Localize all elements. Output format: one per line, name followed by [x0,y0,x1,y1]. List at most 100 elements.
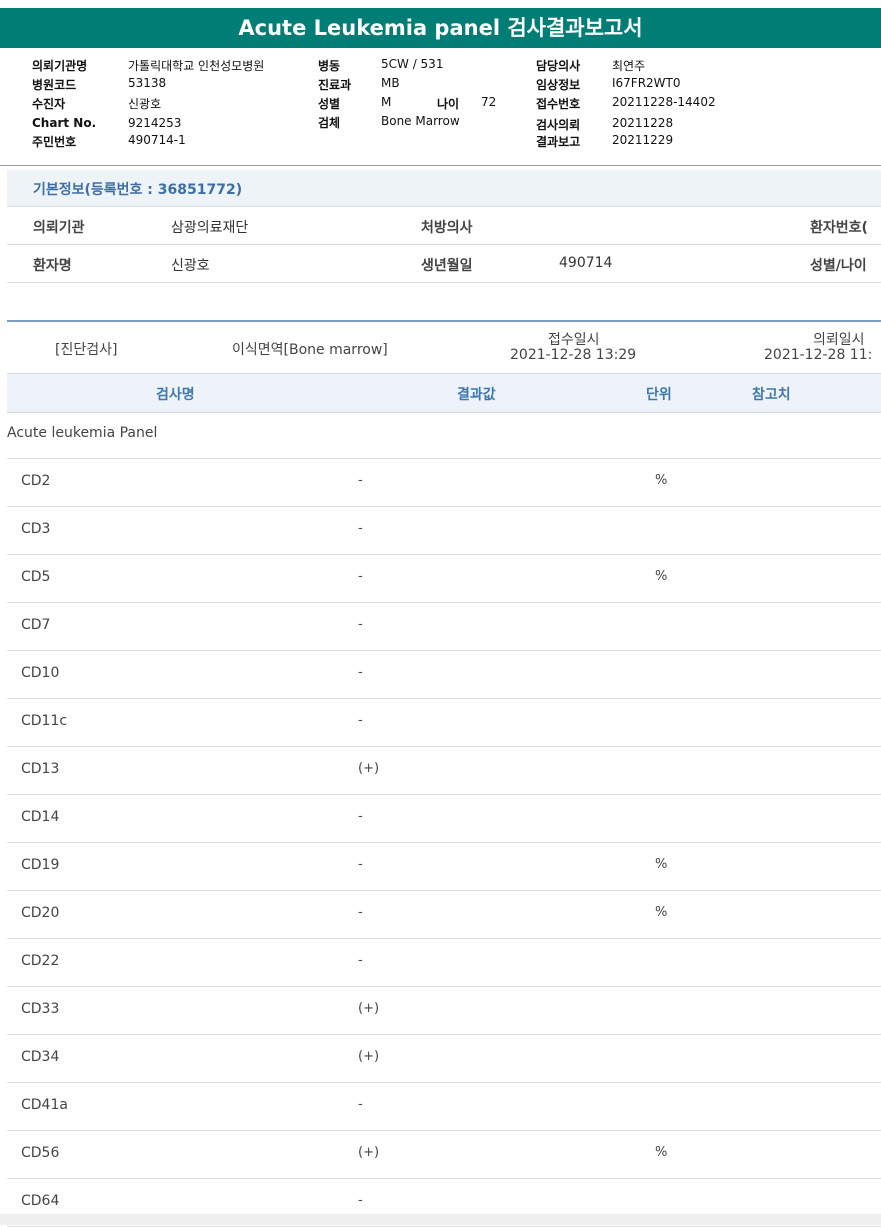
value-clinical-info: I67FR2WT0 [612,76,681,90]
label-patient: 수진자 [32,97,66,111]
table-row: CD7 - [7,603,881,651]
table-row: CD13 (+) [7,747,881,795]
result-cell: - [358,521,363,536]
unit-cell: % [655,1145,668,1160]
label-birth-date: 생년월일 [421,258,473,274]
test-name-cell: CD14 [21,809,60,825]
table-row: CD2 -% [7,459,881,507]
test-name-cell: CD56 [21,1145,60,1161]
result-cell: - [358,665,363,680]
requested-datetime-value: 2021-12-28 11: [764,347,873,363]
table-row: CD19 -% [7,843,881,891]
label-requesting-institution: 의뢰기관명 [32,59,88,73]
value-sex: M [381,95,392,109]
label-patient-name: 환자명 [33,258,72,274]
basic-info-title: 기본정보(등록번호 : 36851772) [33,182,243,198]
result-cell: (+) [358,1145,380,1160]
test-name-cell: CD34 [21,1049,60,1065]
label-department: 진료과 [318,78,352,92]
unit-cell: % [655,473,668,488]
result-cell: (+) [358,1001,380,1016]
value-requesting-institution: 가톨릭대학교 인천성모병원 [128,59,265,73]
test-name-cell: CD33 [21,1001,60,1017]
table-row: CD41a - [7,1083,881,1131]
label-attending-doctor: 담당의사 [536,59,581,73]
result-cell: - [358,1193,363,1208]
table-row: CD22 - [7,939,881,987]
label-chart-no: Chart No. [32,116,97,130]
value-test-request: 20211228 [612,116,674,130]
value-department: MB [381,76,400,90]
test-name-cell: CD10 [21,665,60,681]
report-title: Acute Leukemia panel 검사결과보고서 [0,8,881,48]
result-cell: - [358,953,363,968]
received-datetime-label: 접수일시 [548,332,600,348]
label-result-report: 결과보고 [536,135,581,149]
result-cell: (+) [358,761,380,776]
result-cell: - [358,713,363,728]
label-resident-no: 주민번호 [32,135,77,149]
label-agency: 의뢰기관 [33,220,85,236]
table-row: CD33 (+) [7,987,881,1035]
result-cell: - [358,809,363,824]
results-table-header: 검사명 결과값 단위 참고치 [7,373,881,413]
result-cell: - [358,1097,363,1112]
diagnosis-category: [진단검사] [55,342,118,358]
value-age: 72 [481,95,497,109]
col-header-result: 결과값 [457,387,496,403]
label-hospital-code: 병원코드 [32,78,77,92]
test-name-cell: CD19 [21,857,60,873]
value-resident-no: 490714-1 [128,133,186,147]
label-specimen: 검체 [318,116,341,130]
table-row: CD5 -% [7,555,881,603]
label-prescribing-doctor: 처방의사 [421,220,473,236]
unit-cell: % [655,857,668,872]
unit-cell: % [655,569,668,584]
test-name-cell: CD5 [21,569,51,585]
value-agency: 삼광의료재단 [171,220,249,236]
header-divider [0,165,881,166]
label-sex: 성별 [318,97,341,111]
test-name-cell: CD2 [21,473,51,489]
result-cell: - [358,617,363,632]
value-hospital-code: 53138 [128,76,167,90]
table-row: CD34 (+) [7,1035,881,1083]
results-table-body: CD2 -% CD3 - CD5 -% CD7 - CD10 - CD11c - CD13 (+) CD14… [7,459,881,1227]
value-ward: 5CW / 531 [381,57,444,71]
page-bottom-band [0,1214,881,1225]
table-row: CD20 -% [7,891,881,939]
diagnosis-divider [7,320,881,322]
value-result-report: 20211229 [612,133,674,147]
value-chart-no: 9214253 [128,116,182,130]
result-cell: - [358,473,363,488]
table-row: CD10 - [7,651,881,699]
value-patient-name: 신광호 [171,258,210,274]
value-attending-doctor: 최연주 [612,59,646,73]
test-name-cell: CD11c [21,713,68,729]
label-ward: 병동 [318,59,341,73]
label-patient-number: 환자번호( [810,220,868,236]
test-name-cell: CD20 [21,905,60,921]
table-row: CD14 - [7,795,881,843]
label-clinical-info: 임상정보 [536,78,581,92]
requested-datetime-label: 의뢰일시 [813,332,865,348]
result-cell: - [358,857,363,872]
label-receipt-no: 접수번호 [536,97,581,111]
basic-info-row-1: 의뢰기관 삼광의료재단 처방의사 환자번호( [7,207,881,245]
test-name-cell: CD41a [21,1097,68,1113]
value-specimen: Bone Marrow [381,114,460,128]
label-test-request: 검사의뢰 [536,118,581,132]
diagnosis-test: 이식면역[Bone marrow] [232,342,388,358]
result-cell: - [358,905,363,920]
label-sex-age: 성별/나이 [810,258,867,274]
value-birth-date: 490714 [559,255,613,271]
basic-info-header: 기본정보(등록번호 : 36851772) [7,170,881,207]
value-patient: 신광호 [128,97,162,111]
received-datetime-value: 2021-12-28 13:29 [510,347,637,363]
col-header-test-name: 검사명 [156,387,195,403]
table-row: CD3 - [7,507,881,555]
table-row: CD56 (+)% [7,1131,881,1179]
unit-cell: % [655,905,668,920]
test-name-cell: CD3 [21,521,51,537]
result-cell: - [358,569,363,584]
